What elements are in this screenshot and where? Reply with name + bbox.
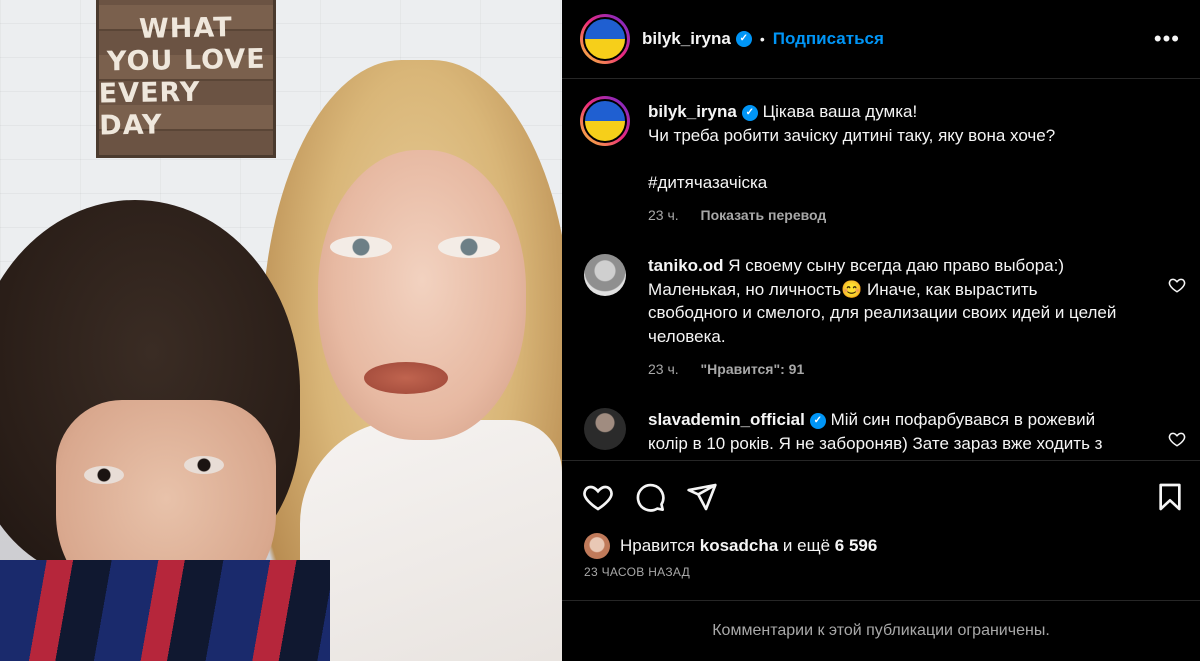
post-timestamp[interactable]: 23 ЧАСОВ НАЗАД (584, 565, 690, 579)
like-heart-icon[interactable] (582, 481, 614, 513)
save-bookmark-icon[interactable] (1154, 481, 1186, 513)
commenter-username[interactable]: slavademin_official (648, 410, 805, 429)
photo-woman-eye-left (330, 236, 392, 258)
post-photo[interactable]: WHAT YOU LOVE EVERY DAY (0, 0, 562, 661)
liked-by-username[interactable]: kosadcha (700, 536, 778, 556)
sign-line-1: WHAT (138, 12, 234, 45)
commenter-avatar[interactable] (584, 408, 626, 450)
post-side-panel: bilyk_iryna ✓ • Подписаться ••• bilyk_ir… (562, 0, 1200, 661)
verified-badge-icon: ✓ (809, 412, 826, 429)
liked-by-prefix: Нравится (620, 536, 696, 555)
comments-list[interactable]: bilyk_iryna ✓ Цікава ваша думка! Чи треба… (562, 80, 1200, 460)
comment-bubble-icon[interactable] (634, 481, 666, 513)
comment-text: Мій син пофарбувався в рожевий (830, 410, 1096, 429)
comment-item: taniko.od Я своему сыну всегда даю право… (580, 254, 1190, 394)
commenter-avatar[interactable] (584, 254, 626, 296)
comment-item: slavademin_official ✓ Мій син пофарбувавс… (580, 408, 1190, 460)
follow-button[interactable]: Подписаться (773, 29, 884, 49)
share-send-icon[interactable] (686, 481, 718, 513)
caption-line: Цікава ваша думка! (762, 102, 918, 121)
comment-time[interactable]: 23 ч. (648, 361, 679, 377)
likes-count[interactable]: 6 596 (835, 536, 878, 556)
verified-badge-icon: ✓ (735, 31, 752, 47)
comment-like-heart-icon[interactable] (1168, 430, 1186, 448)
liked-by-suffix: и ещё (782, 536, 831, 555)
comment-text: Я своему сыну всегда даю право выбора:) (728, 256, 1065, 275)
show-translation-button[interactable]: Показать перевод (701, 207, 827, 223)
sign-line-2: YOU LOVE (106, 43, 266, 78)
caption-item: bilyk_iryna ✓ Цікава ваша думка! Чи треба… (580, 96, 1190, 246)
photo-boy-jersey (0, 560, 330, 661)
photo-boy-eye-right (184, 456, 224, 474)
caption-line: Чи треба робити зачіску дитині таку, яку… (648, 125, 1056, 145)
author-avatar[interactable] (580, 14, 630, 64)
comment-text: свободного и смелого, для реализации сво… (648, 303, 1117, 322)
comment-likes-count[interactable]: "Нравится": 91 (701, 361, 805, 377)
comment-like-heart-icon[interactable] (1168, 276, 1186, 294)
caption-author-avatar[interactable] (580, 96, 630, 146)
comment-text: Маленькая, но личность😊 Иначе, как вырас… (648, 279, 1038, 299)
more-options-icon[interactable]: ••• (1154, 26, 1180, 52)
photo-woman-eye-right (438, 236, 500, 258)
liked-by-summary[interactable]: Нравится kosadcha и ещё 6 596 (584, 533, 877, 559)
photo-wall-sign: WHAT YOU LOVE EVERY DAY (96, 0, 276, 158)
post-header: bilyk_iryna ✓ • Подписаться ••• (562, 0, 1200, 79)
photo-woman-lips (364, 362, 448, 394)
caption-author-username[interactable]: bilyk_iryna (648, 102, 737, 121)
separator-dot: • (759, 31, 765, 47)
caption-time[interactable]: 23 ч. (648, 207, 679, 223)
author-username[interactable]: bilyk_iryna (642, 29, 731, 49)
comment-text: человека. (648, 326, 726, 346)
photo-boy-eye-left (84, 466, 124, 484)
caption-line (648, 147, 1168, 171)
verified-badge-icon: ✓ (741, 104, 758, 121)
commenter-username[interactable]: taniko.od (648, 256, 724, 275)
photo-woman-shirt (300, 420, 562, 661)
comments-restricted-notice: Комментарии к этой публикации ограничены… (562, 600, 1200, 661)
caption-hashtag[interactable]: #дитячазачіска (648, 171, 1168, 195)
comment-text: колір в 10 років. Я не забороняв) Зате з… (648, 433, 1103, 453)
photo-woman-face (318, 150, 526, 440)
liked-by-avatar (584, 533, 610, 559)
sign-line-3: EVERY DAY (98, 76, 201, 142)
